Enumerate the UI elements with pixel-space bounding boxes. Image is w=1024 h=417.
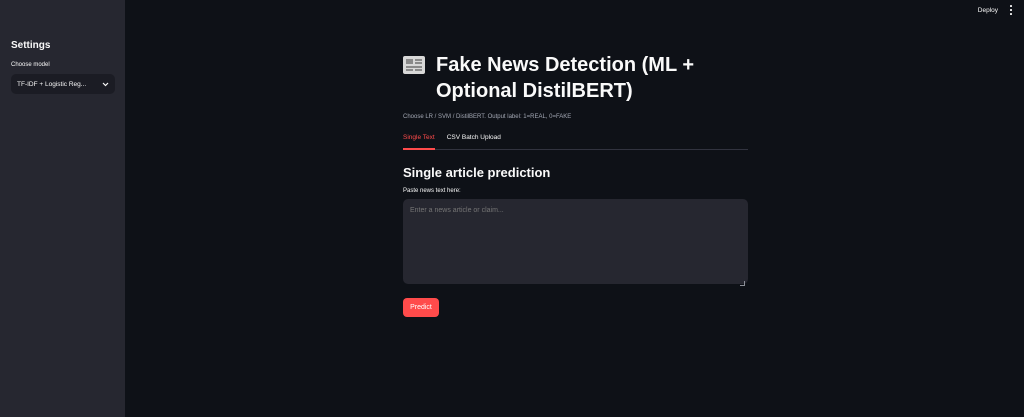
page-caption: Choose LR / SVM / DistilBERT. Output lab…	[403, 114, 572, 120]
section-title: Single article prediction	[403, 165, 551, 180]
sidebar-title: Settings	[11, 40, 51, 51]
page-header: Fake News Detection (ML + Optional Disti…	[403, 52, 748, 104]
model-select[interactable]: TF-IDF + Logistic Reg...	[11, 74, 115, 94]
top-toolbar: Deploy	[978, 0, 1024, 20]
more-options-icon[interactable]	[1008, 5, 1014, 15]
deploy-button[interactable]: Deploy	[978, 7, 998, 14]
news-text-input[interactable]	[403, 199, 748, 284]
tab-csv-batch-upload[interactable]: CSV Batch Upload	[447, 133, 501, 149]
tab-bar: Single Text CSV Batch Upload	[403, 133, 748, 150]
page-title: Fake News Detection (ML + Optional Disti…	[436, 54, 695, 102]
chevron-down-icon	[101, 80, 109, 88]
main-content: Fake News Detection (ML + Optional Disti…	[403, 52, 748, 317]
sidebar: Settings Choose model TF-IDF + Logistic …	[0, 0, 125, 417]
tab-single-text[interactable]: Single Text	[403, 133, 435, 150]
resize-handle-icon[interactable]	[740, 281, 745, 286]
news-text-wrapper	[403, 194, 748, 289]
model-select-label: Choose model	[11, 62, 50, 68]
predict-button[interactable]: Predict	[403, 298, 439, 317]
model-select-value: TF-IDF + Logistic Reg...	[17, 80, 87, 88]
newspaper-icon	[403, 56, 425, 74]
